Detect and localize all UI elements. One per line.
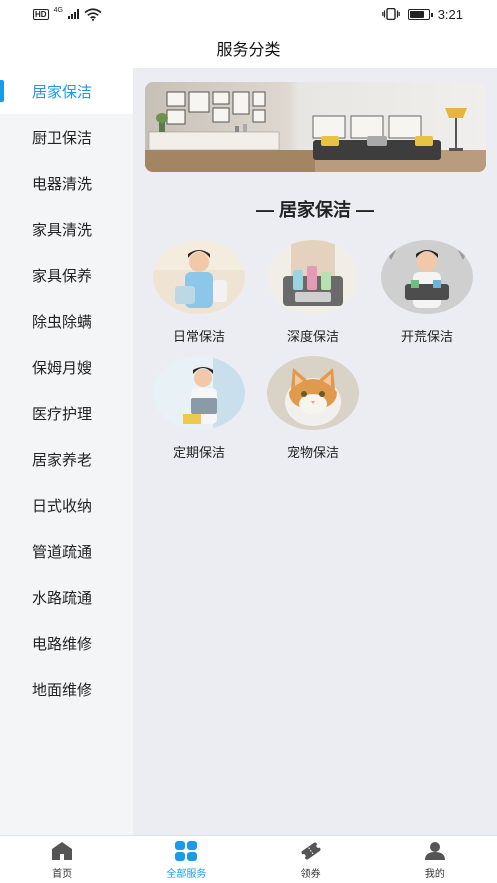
sidebar-item-label: 水路疏通 bbox=[32, 589, 93, 607]
sidebar-item-electrical-repair[interactable]: 电路维修 bbox=[0, 620, 133, 666]
category-regular-cleaning[interactable]: 定期保洁 bbox=[149, 356, 249, 461]
tab-home[interactable]: 首页 bbox=[0, 836, 124, 883]
status-right: 3:21 bbox=[381, 6, 463, 22]
sidebar-item-label: 管道疏通 bbox=[32, 543, 93, 561]
clock: 3:21 bbox=[437, 6, 463, 22]
page-title: 服务分类 bbox=[216, 42, 281, 59]
sidebar-item-label: 除虫除螨 bbox=[32, 313, 93, 331]
sidebar-item-furniture-cleaning[interactable]: 家具清洗 bbox=[0, 206, 133, 252]
sidebar-item-label: 家具保养 bbox=[32, 267, 93, 285]
sidebar-item-label: 居家养老 bbox=[32, 451, 93, 469]
sidebar-item-label: 电路维修 bbox=[32, 635, 93, 653]
tab-label: 领券 bbox=[300, 868, 321, 880]
signal-icon bbox=[67, 9, 79, 19]
sidebar-item-medical-care[interactable]: 医疗护理 bbox=[0, 390, 133, 436]
sidebar-item-storage[interactable]: 日式收纳 bbox=[0, 482, 133, 528]
sidebar-item-pest-control[interactable]: 除虫除螨 bbox=[0, 298, 133, 344]
coupon-icon bbox=[298, 840, 324, 862]
living-room-illustration bbox=[145, 82, 486, 172]
hd-badge: HD bbox=[33, 8, 49, 20]
category-label: 开荒保洁 bbox=[400, 329, 453, 344]
cleaning-supplies-photo-icon bbox=[267, 240, 359, 314]
category-content: — 居家保洁 — 日常保洁 深度保洁 开荒保洁 定期保洁 宠物保洁 bbox=[133, 68, 497, 835]
wifi-icon bbox=[84, 7, 102, 21]
cleaner-with-box-photo-icon bbox=[153, 356, 245, 430]
cleaner-with-basket-photo-icon bbox=[381, 240, 473, 314]
grid-icon bbox=[173, 840, 199, 862]
sidebar-item-home-cleaning[interactable]: 居家保洁 bbox=[0, 68, 133, 114]
sidebar-item-kitchen-bath[interactable]: 厨卫保洁 bbox=[0, 114, 133, 160]
sidebar-item-water-line[interactable]: 水路疏通 bbox=[0, 574, 133, 620]
cat-photo-icon bbox=[267, 356, 359, 430]
network-type: 4G bbox=[53, 6, 63, 14]
sidebar-item-label: 厨卫保洁 bbox=[32, 129, 93, 147]
battery-icon bbox=[407, 8, 433, 20]
category-label: 定期保洁 bbox=[172, 445, 225, 460]
category-label: 深度保洁 bbox=[286, 329, 339, 344]
page-header: 服务分类 bbox=[0, 28, 497, 68]
tab-coupons[interactable]: 领券 bbox=[249, 836, 373, 883]
cleaner-photo-icon bbox=[153, 240, 245, 314]
sidebar-item-label: 地面维修 bbox=[32, 681, 93, 699]
section-title: — 居家保洁 — bbox=[255, 200, 374, 220]
category-pet-cleaning[interactable]: 宠物保洁 bbox=[263, 356, 363, 461]
category-label: 日常保洁 bbox=[172, 329, 225, 344]
category-daily-cleaning[interactable]: 日常保洁 bbox=[149, 240, 249, 345]
bottom-tab-bar: 首页 全部服务 领券 我的 bbox=[0, 835, 497, 883]
category-label: 宠物保洁 bbox=[286, 445, 339, 460]
sidebar-item-label: 家具清洗 bbox=[32, 221, 93, 239]
sidebar-item-label: 医疗护理 bbox=[32, 405, 93, 423]
category-deep-cleaning[interactable]: 深度保洁 bbox=[263, 240, 363, 345]
tab-profile[interactable]: 我的 bbox=[373, 836, 497, 883]
user-icon bbox=[422, 840, 448, 862]
sidebar-item-elder-care[interactable]: 居家养老 bbox=[0, 436, 133, 482]
tab-label: 全部服务 bbox=[166, 868, 207, 880]
sidebar-item-floor-repair[interactable]: 地面维修 bbox=[0, 666, 133, 712]
tab-label: 首页 bbox=[52, 868, 73, 880]
home-icon bbox=[49, 840, 75, 862]
tab-label: 我的 bbox=[424, 868, 445, 880]
sidebar-item-nanny[interactable]: 保姆月嫂 bbox=[0, 344, 133, 390]
sidebar-item-label: 日式收纳 bbox=[32, 497, 93, 515]
sidebar-item-label: 居家保洁 bbox=[32, 83, 93, 101]
tab-all-services[interactable]: 全部服务 bbox=[124, 836, 248, 883]
sidebar-item-furniture-care[interactable]: 家具保养 bbox=[0, 252, 133, 298]
status-bar: HD 4G 3:21 bbox=[0, 0, 497, 28]
sidebar-item-pipe-unclog[interactable]: 管道疏通 bbox=[0, 528, 133, 574]
vibrate-icon bbox=[381, 8, 400, 20]
sidebar-item-appliance-cleaning[interactable]: 电器清洗 bbox=[0, 160, 133, 206]
sidebar-item-label: 电器清洗 bbox=[32, 175, 93, 193]
sidebar-item-label: 保姆月嫂 bbox=[32, 359, 93, 377]
category-post-renovation-cleaning[interactable]: 开荒保洁 bbox=[377, 240, 477, 345]
category-sidebar[interactable]: 居家保洁 厨卫保洁 电器清洗 家具清洗 家具保养 除虫除螨 保姆月嫂 医疗护理 … bbox=[0, 68, 133, 835]
banner-image[interactable] bbox=[145, 82, 486, 172]
status-left: HD 4G bbox=[33, 6, 102, 21]
